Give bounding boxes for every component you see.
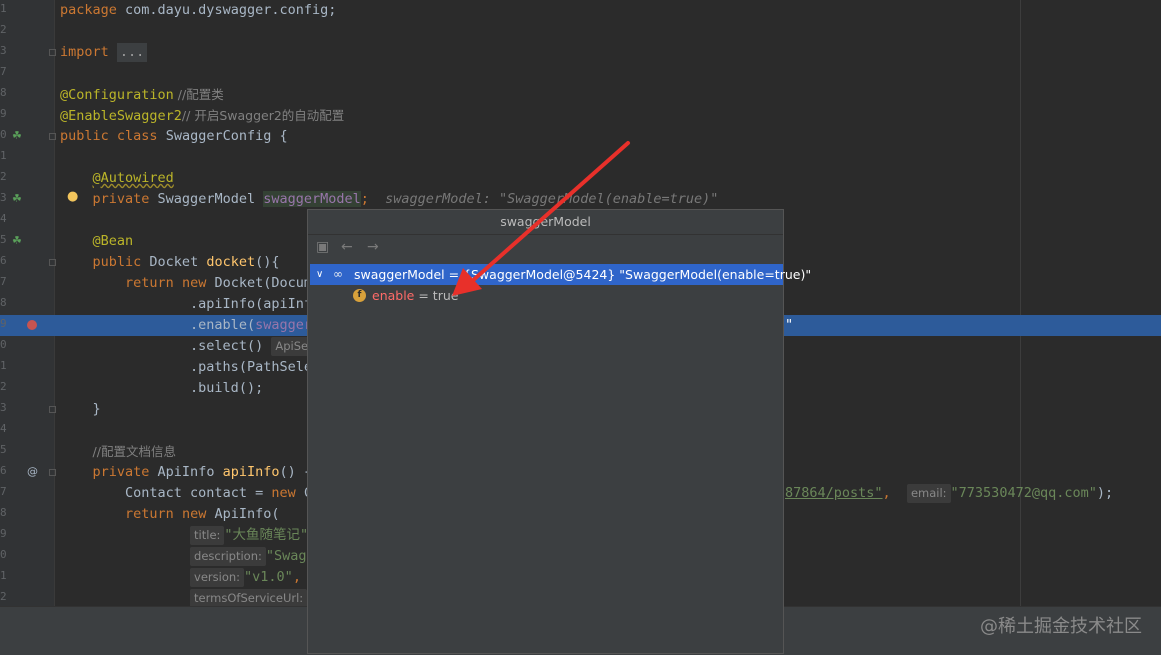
watermark: @稀土掘金技术社区 — [980, 616, 1142, 637]
annotation-arrow — [452, 141, 630, 296]
